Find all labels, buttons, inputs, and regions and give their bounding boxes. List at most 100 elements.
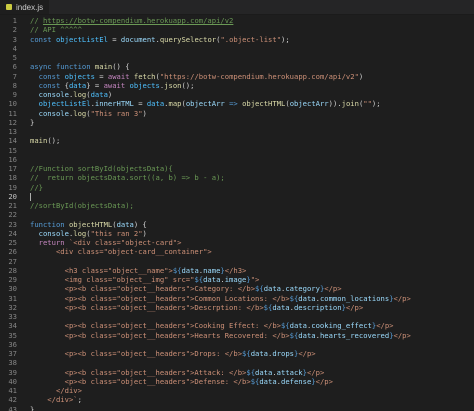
line-number: 16: [0, 155, 17, 164]
line-number: 3: [0, 35, 17, 44]
code-token: console: [39, 109, 69, 118]
code-token: `<div class="object-card">: [69, 238, 182, 247]
code-line[interactable]: 16: [0, 155, 474, 164]
line-number: 40: [0, 377, 17, 386]
editor-tab-bar: index.js: [0, 0, 474, 15]
line-number: 38: [0, 358, 17, 367]
code-line[interactable]: 3 const objectListEl = document.querySele…: [0, 35, 474, 44]
code-line[interactable]: 27: [0, 257, 474, 266]
code-text: //Function sortById(objectsData){: [30, 164, 173, 173]
code-text: <p><b class="object__headers">Defense: <…: [30, 377, 333, 386]
code-text: <p><b class="object__headers">Cooking Ef…: [30, 321, 394, 330]
code-line[interactable]: 12}: [0, 118, 474, 127]
code-line[interactable]: 5: [0, 53, 474, 62]
code-line[interactable]: 33: [0, 312, 474, 321]
code-token: ();: [181, 81, 194, 90]
code-line[interactable]: 19//}: [0, 183, 474, 192]
code-line[interactable]: 24 console.log("this ran 2"): [0, 229, 474, 238]
code-line[interactable]: 22: [0, 210, 474, 219]
code-line[interactable]: 21 //sortById(objectsData);: [0, 201, 474, 210]
code-line[interactable]: 14 main();: [0, 136, 474, 145]
code-line[interactable]: 7 const objects = await fetch("https://b…: [0, 72, 474, 81]
code-line[interactable]: 11 console.log("This ran 3"): [0, 109, 474, 118]
code-token: </p>: [394, 294, 411, 303]
code-token: ${: [290, 294, 299, 303]
code-token: ".object-list": [220, 35, 281, 44]
code-line[interactable]: 9 console.log(data): [0, 90, 474, 99]
line-number: 17: [0, 164, 17, 173]
code-token: ${: [194, 275, 203, 284]
code-line[interactable]: 35 <p><b class="object__headers">Hearts …: [0, 331, 474, 340]
code-line[interactable]: 4: [0, 44, 474, 53]
line-number: 21: [0, 201, 17, 210]
code-token: await: [108, 72, 134, 81]
code-line[interactable]: 39 <p><b class="object__headers">Attack:…: [0, 368, 474, 377]
code-line[interactable]: 13: [0, 127, 474, 136]
code-line[interactable]: 10 objectListEl.innerHTML = data.map(obj…: [0, 99, 474, 108]
code-token: </div>`: [30, 395, 78, 404]
line-number: 34: [0, 321, 17, 330]
code-token: </h3>: [225, 266, 247, 275]
code-token: [30, 81, 39, 90]
code-token: const: [39, 72, 65, 81]
code-text: console.log("This ran 3"): [30, 109, 147, 118]
code-token: data: [259, 377, 276, 386]
code-line[interactable]: 40 <p><b class="object__headers">Defense…: [0, 377, 474, 386]
tab-index-js[interactable]: index.js: [0, 0, 49, 14]
code-line[interactable]: 1// https://botw-compendium.herokuapp.co…: [0, 16, 474, 25]
code-text: // https://botw-compendium.herokuapp.com…: [30, 16, 233, 25]
code-token: async: [30, 62, 56, 71]
line-number: 25: [0, 238, 17, 247]
code-token: document: [121, 35, 156, 44]
code-line[interactable]: 34 <p><b class="object__headers">Cooking…: [0, 321, 474, 330]
code-token: ();: [47, 136, 60, 145]
line-number: 41: [0, 386, 17, 395]
code-line[interactable]: 31 <p><b class="object__headers">Common …: [0, 294, 474, 303]
code-line[interactable]: 28 <h3 class="object__name">${data.name}…: [0, 266, 474, 275]
code-line[interactable]: 26 <div class="object-card__container">: [0, 247, 474, 256]
code-token: "this ran 2": [91, 229, 143, 238]
line-number: 12: [0, 118, 17, 127]
code-token: //sortById(objectsData);: [30, 201, 134, 210]
code-token: =>: [225, 99, 242, 108]
code-token: //}: [30, 183, 43, 192]
line-number: 2: [0, 25, 17, 34]
code-line[interactable]: 15: [0, 146, 474, 155]
code-line[interactable]: 43}: [0, 405, 474, 411]
code-line[interactable]: 20: [0, 192, 474, 201]
code-token: common_locations: [320, 294, 389, 303]
code-token: data: [298, 294, 315, 303]
code-line[interactable]: 23function objectHTML(data) {: [0, 220, 474, 229]
code-line[interactable]: 30 <p><b class="object__headers">Categor…: [0, 284, 474, 293]
code-line[interactable]: 2// API ^^^^^: [0, 25, 474, 34]
code-token: return: [39, 238, 69, 247]
code-token: const: [39, 81, 65, 90]
code-line[interactable]: 36: [0, 340, 474, 349]
code-token: objectHTML: [69, 220, 112, 229]
code-text: const objectListEl = document.querySelec…: [30, 35, 290, 44]
line-number: 43: [0, 405, 17, 411]
code-line[interactable]: 38: [0, 358, 474, 367]
code-text: <p><b class="object__headers">Common Loc…: [30, 294, 411, 303]
line-number: 6: [0, 62, 17, 71]
code-line[interactable]: 6async function main() {: [0, 62, 474, 71]
code-token: objects: [65, 72, 95, 81]
code-text: objectListEl.innerHTML = data.map(object…: [30, 99, 381, 108]
code-token: await: [104, 81, 130, 90]
code-line[interactable]: 25 return `<div class="object-card">: [0, 238, 474, 247]
code-line[interactable]: 42 </div>`;: [0, 395, 474, 404]
code-line[interactable]: 32 <p><b class="object__headers">Descrpt…: [0, 303, 474, 312]
code-token: main: [30, 136, 47, 145]
line-number: 14: [0, 136, 17, 145]
code-token: // return objectsData.sort((a, b) => b -…: [30, 173, 225, 182]
code-line[interactable]: 17 //Function sortById(objectsData){: [0, 164, 474, 173]
code-line[interactable]: 18// return objectsData.sort((a, b) => b…: [0, 173, 474, 182]
code-line[interactable]: 8 const {data} = await objects.json();: [0, 81, 474, 90]
code-line[interactable]: 37 <p><b class="object__headers">Drops: …: [0, 349, 474, 358]
code-editor[interactable]: 1// https://botw-compendium.herokuapp.co…: [0, 15, 474, 411]
code-line[interactable]: 41 </div>: [0, 386, 474, 395]
code-token: objectHTML: [242, 99, 285, 108]
code-token: ${: [281, 321, 290, 330]
code-line[interactable]: 29 <img class="object__img" src="${data.…: [0, 275, 474, 284]
line-number: 42: [0, 395, 17, 404]
